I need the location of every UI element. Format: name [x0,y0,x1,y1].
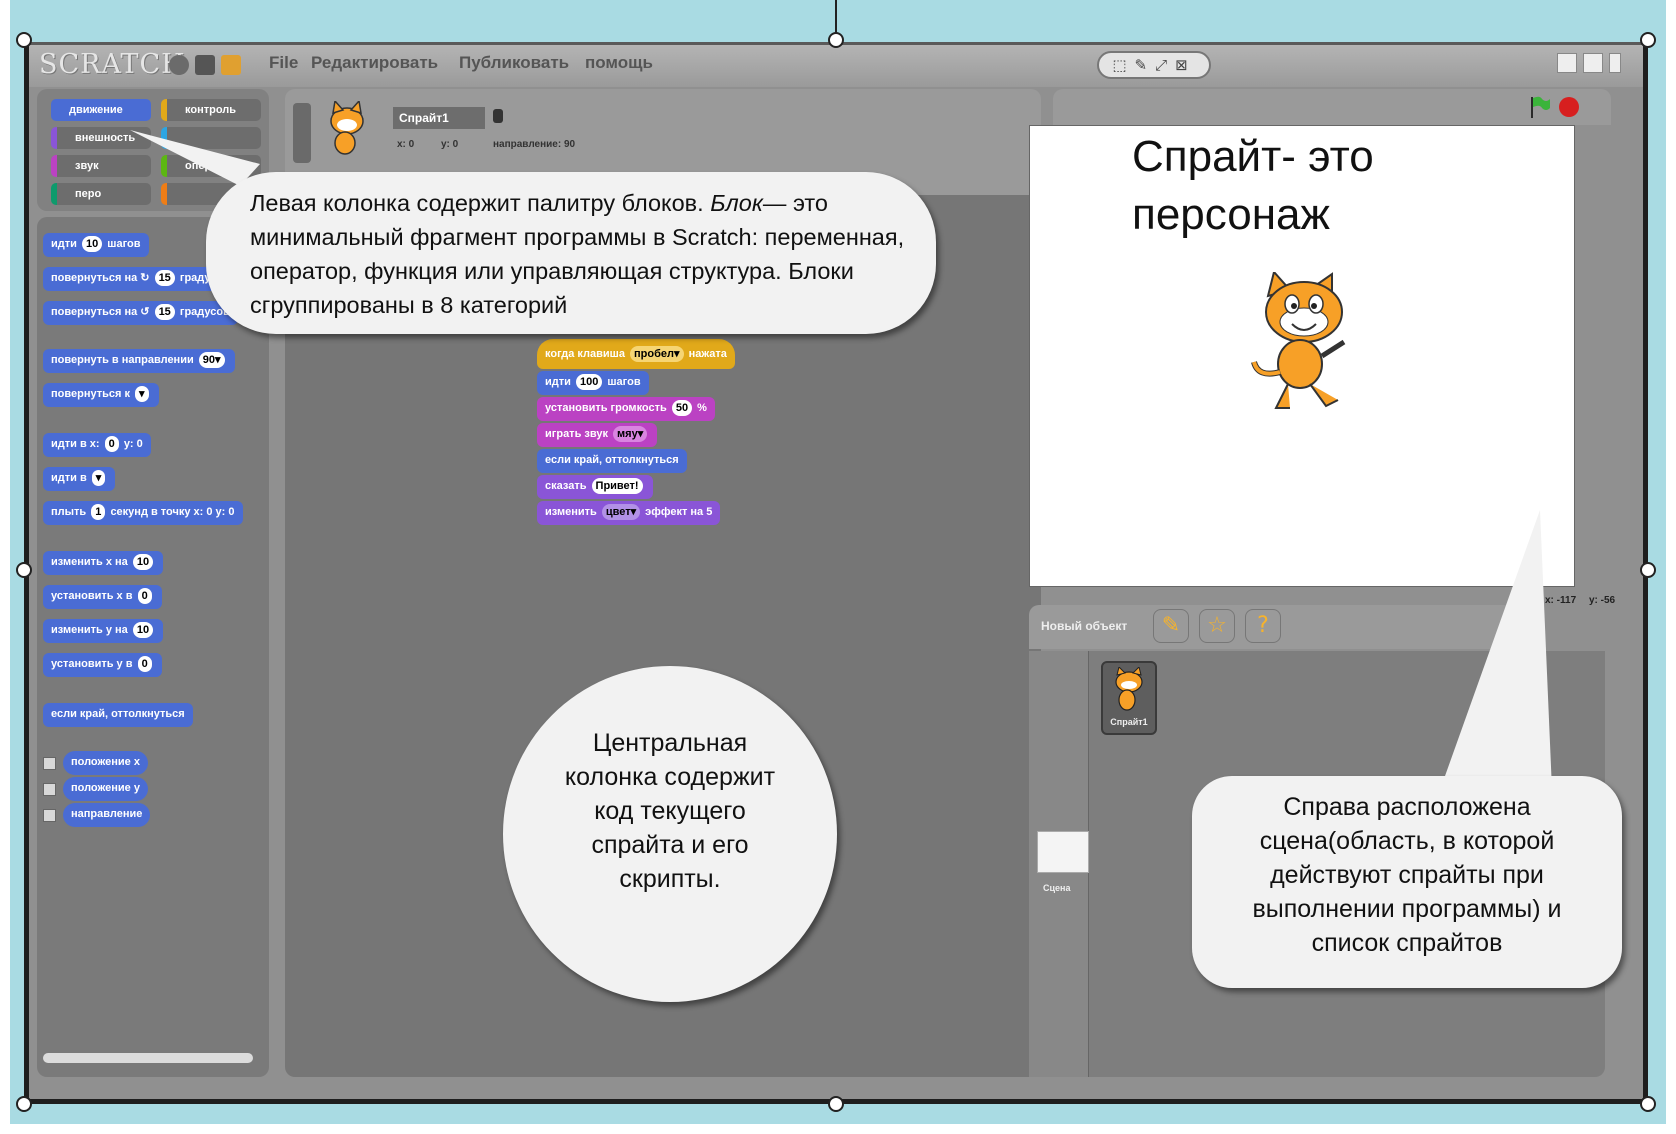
sprite-thumbnail-label: Спрайт1 [1110,717,1148,727]
normal-stage-mode-icon[interactable] [1583,53,1603,73]
block-move[interactable]: идти 10 шагов [43,233,149,257]
reporter-checkbox[interactable] [43,757,56,770]
resize-handle[interactable] [1640,1096,1656,1112]
block-point-towards[interactable]: повернуться к ▾ [43,383,159,407]
sprite-caption: Спрайт- это персонаж [1132,128,1374,244]
new-object-label: Новый объект [1041,619,1128,633]
resize-handle[interactable] [828,1096,844,1112]
share-icon[interactable] [221,55,241,75]
small-stage-mode-icon[interactable] [1557,53,1577,73]
resize-handle[interactable] [16,32,32,48]
paint-sprite-button[interactable]: ✎ [1153,609,1189,643]
menu-help[interactable]: помощь [585,53,653,73]
left-callout-pointer [130,130,260,186]
globe-icon[interactable] [169,55,189,75]
center-column-callout: Центральная колонка содержит код текущег… [503,666,837,1002]
stage-header [1053,89,1611,125]
green-flag-icon[interactable] [1529,95,1551,119]
block-turn-left[interactable]: повернуться на ↺ 15 градусов [43,301,238,325]
reporter-direction[interactable]: направление [63,803,151,827]
block-set-x[interactable]: установить x в 0 [43,585,162,609]
menu-file[interactable]: File [269,53,298,73]
sprite-caption-line-1: Спрайт- это [1132,132,1374,181]
lock-icon[interactable] [493,109,503,123]
palette-scrollbar[interactable] [43,1053,253,1063]
block-bounce[interactable]: если край, оттолкнуться [43,703,193,727]
scratch-logo: SCRATCH [39,49,186,80]
sprite-thumbnail[interactable]: Спрайт1 [1101,661,1157,735]
block-go-to[interactable]: идти в ▾ [43,467,116,491]
resize-handle[interactable] [828,32,844,48]
stage-thumbnail-label: Сцена [1043,883,1071,893]
stop-icon[interactable] [1559,97,1579,117]
save-icon[interactable] [195,55,215,75]
block-glide[interactable]: плыть 1 секунд в точку x: 0 y: 0 [43,501,243,525]
script-hat-block[interactable]: когда клавиша пробел▾ нажата [537,339,735,369]
right-column-callout: Справа расположена сцена(область, в кото… [1192,776,1622,988]
random-sprite-button[interactable]: ? [1245,609,1281,643]
menu-publish[interactable]: Публиковать [459,53,569,73]
sprite-tools[interactable]: ⬚✎⤢⊠ [1097,51,1211,79]
script-bounce-block[interactable]: если край, оттолкнуться [537,449,687,473]
menu-edit[interactable]: Редактировать [311,53,438,73]
stage-thumbnail[interactable] [1037,831,1089,873]
category-control[interactable]: контроль [161,99,261,121]
sprite-y: y: 0 [441,139,459,150]
script-effect-block[interactable]: изменить цвет▾ эффект на 5 [537,501,721,525]
cat-sprite[interactable] [1244,272,1364,412]
resize-handle[interactable] [16,562,32,578]
script-volume-block[interactable]: установить громкость 50 % [537,397,715,421]
resize-handle[interactable] [1640,32,1656,48]
right-callout-pointer [1440,510,1552,790]
left-column-callout: Левая колонка содержит палитру блоков. Б… [206,172,936,334]
script-move-block[interactable]: идти 100 шагов [537,371,649,395]
reporter-x-position[interactable]: положение x [63,751,148,775]
block-point-direction[interactable]: повернуть в направлении 90▾ [43,349,235,373]
presentation-mode-icon[interactable] [1609,53,1621,73]
block-set-y[interactable]: установить y в 0 [43,653,162,677]
block-change-y[interactable]: изменить y на 10 [43,619,164,643]
category-motion[interactable]: движение [51,99,151,121]
choose-sprite-button[interactable]: ☆ [1199,609,1235,643]
script-sound-block[interactable]: играть звук мяу▾ [537,423,658,447]
block-change-x[interactable]: изменить x на 10 [43,551,164,575]
script-say-block[interactable]: сказать Привет! [537,475,653,499]
sprite-name-field[interactable]: Спрайт1 [393,107,485,129]
sprite-thumbnail-cat-icon [1115,667,1143,711]
sprite-direction: направление: 90 [493,139,576,150]
rotation-style-controls[interactable] [293,103,311,163]
reporter-y-position[interactable]: положение y [63,777,148,801]
rotation-handle-line [835,0,837,34]
reporter-checkbox[interactable] [43,783,56,796]
menu-bar: SCRATCH File Редактировать Публиковать п… [29,45,1643,87]
mouse-y-readout: y: -56 [1589,595,1616,606]
sprite-x: x: 0 [397,139,415,150]
slide: SCRATCH File Редактировать Публиковать п… [0,0,1676,1134]
resize-handle[interactable] [16,1096,32,1112]
resize-handle[interactable] [1640,562,1656,578]
reporter-checkbox[interactable] [43,809,56,822]
block-go-to-xy[interactable]: идти в x: 0 y: 0 [43,433,151,457]
sprite-caption-line-2: персонаж [1132,190,1330,239]
block-palette: идти 10 шагов повернуться на ↻ 15 градус… [37,217,269,1077]
sprite-cat-icon [330,101,364,155]
